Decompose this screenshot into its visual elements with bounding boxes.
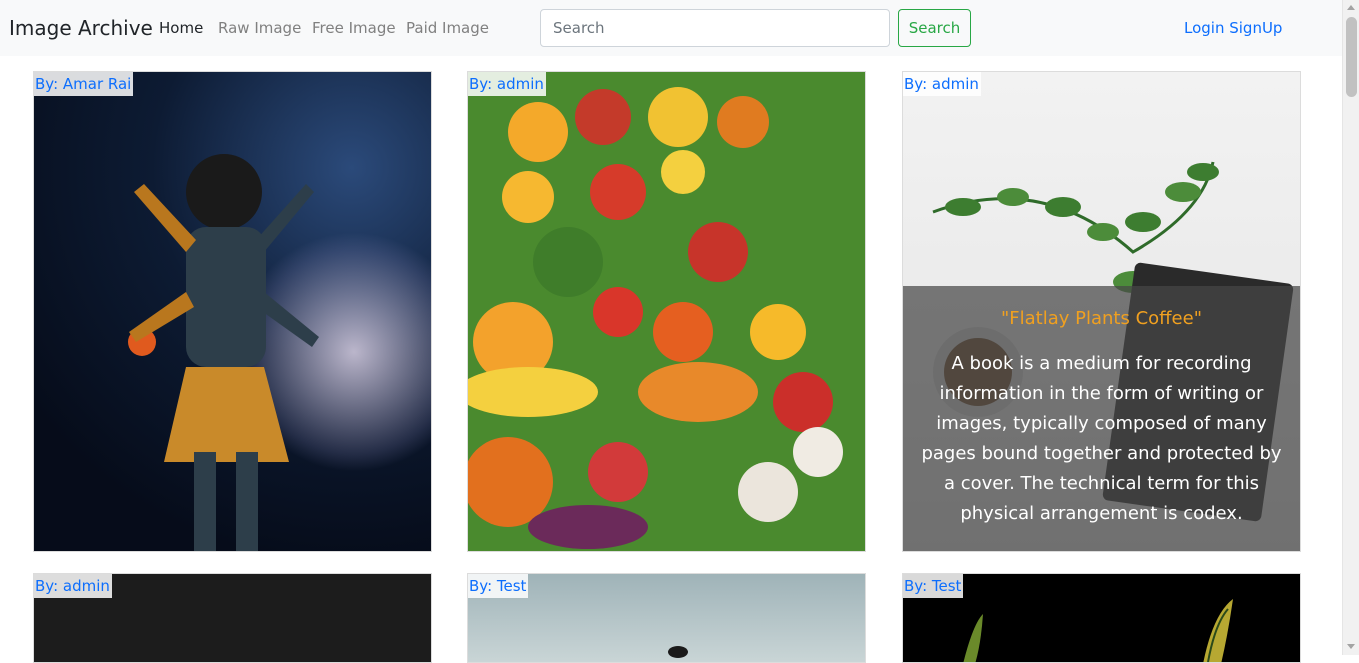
card-author[interactable]: By: Amar Rai [34,72,134,96]
login-signup-link[interactable]: Login SignUp [1184,19,1282,37]
card-overlay: "Flatlay Plants Coffee" A book is a medi… [903,286,1300,551]
nav-paid-image[interactable]: Paid Image [406,19,489,37]
search-button[interactable]: Search [898,9,971,47]
scroll-down-icon[interactable] [1347,644,1355,649]
overlay-description: A book is a medium for recording informa… [921,353,1282,524]
nav-home[interactable]: Home [159,19,203,37]
overlay-title: "Flatlay Plants Coffee" [1001,308,1202,329]
image-card[interactable]: By: Test [902,573,1301,663]
image-card[interactable]: By: Test [467,573,866,663]
page-scrollbar[interactable] [1342,0,1359,655]
card-author[interactable]: By: admin [34,574,112,598]
scroll-thumb[interactable] [1346,17,1357,97]
nav-free-image[interactable]: Free Image [312,19,396,37]
card-author[interactable]: By: Test [468,574,529,598]
card-image [468,72,865,551]
image-card[interactable]: By: admin [33,573,432,663]
card-image [34,72,431,551]
image-card[interactable]: By: Amar Rai [33,71,432,552]
image-card[interactable]: By: admin "Flatlay Plants Coffee" A book… [902,71,1301,552]
navbar: Image Archive Home Raw Image Free Image … [0,0,1342,56]
card-author[interactable]: By: admin [903,72,981,96]
scroll-up-icon[interactable] [1347,5,1355,10]
nav-raw-image[interactable]: Raw Image [218,19,301,37]
card-author[interactable]: By: Test [903,574,964,598]
card-author[interactable]: By: admin [468,72,546,96]
brand-title[interactable]: Image Archive [9,16,153,40]
search-input[interactable] [540,9,890,47]
image-card[interactable]: By: admin [467,71,866,552]
